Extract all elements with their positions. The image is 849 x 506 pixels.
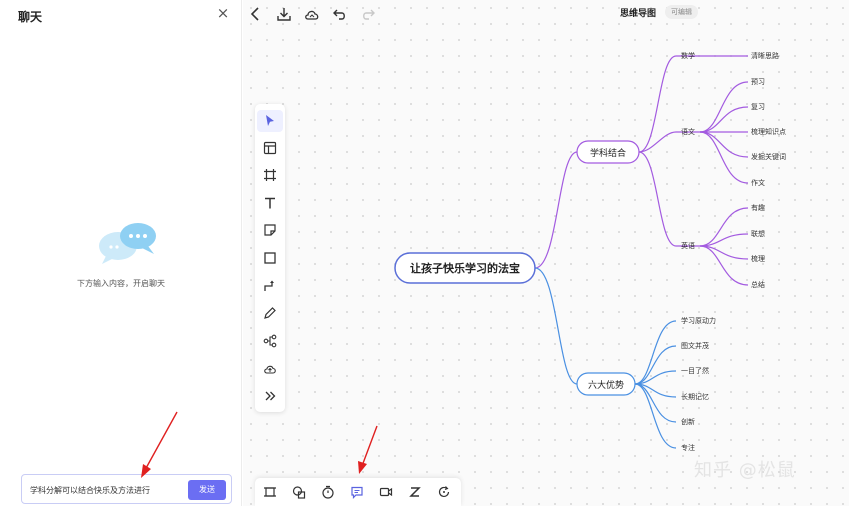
back-icon[interactable] [247,5,265,23]
status-badge: 可编辑 [665,5,698,19]
shapes-icon[interactable] [290,483,308,501]
undo-icon[interactable] [331,5,349,23]
mindmap-leaf-label[interactable]: 长期记忆 [681,392,709,401]
chat-bubbles-icon [99,223,156,264]
z-icon[interactable] [406,483,424,501]
mindmap-leaf-label[interactable]: 一目了然 [681,366,709,375]
connector-icon[interactable] [257,275,283,297]
text-icon[interactable] [257,192,283,214]
mindmap-leaf-label[interactable]: 发掘关键词 [751,152,786,161]
refresh-icon[interactable] [435,483,453,501]
mindmap-leaf-label[interactable]: 联想 [751,229,765,238]
mindmap-root-label: 让孩子快乐学习的法宝 [410,261,520,275]
mindmap-branch-label: 六大优势 [588,379,624,391]
mindmap-branch-label: 学科结合 [590,147,626,159]
side-toolbar [255,104,285,412]
mindmap-subject-label[interactable]: 英语 [681,241,695,250]
mindmap: 让孩子快乐学习的法宝 学科结合 六大优势 数学 语文 英语 清晰思路 预习 复习… [394,51,786,452]
whiteboard-canvas[interactable]: 让孩子快乐学习的法宝 学科结合 六大优势 数学 语文 英语 清晰思路 预习 复习… [243,0,849,506]
document-title[interactable]: 思维导图 [620,6,656,19]
send-button[interactable]: 发送 [188,480,226,500]
more-icon[interactable] [257,385,283,407]
mindmap-leaf-label[interactable]: 学习原动力 [681,316,716,325]
top-toolbar: 思维导图 可编辑 [243,0,849,28]
mindmap-leaf-label[interactable]: 总结 [751,280,765,289]
frame-list-icon[interactable] [261,483,279,501]
mindmap-leaf-label[interactable]: 图文并茂 [681,341,709,350]
chat-empty-hint: 下方输入内容，开启聊天 [77,279,165,288]
upload-icon[interactable] [257,358,283,380]
mindmap-connectors-purple [534,55,749,286]
mindmap-leaf-label[interactable]: 专注 [681,443,695,452]
frame-icon[interactable] [257,164,283,186]
timer-icon[interactable] [319,483,337,501]
mindmap-leaf-label[interactable]: 清晰思路 [751,51,779,60]
download-icon[interactable] [275,5,293,23]
mindmap-connectors-blue [534,267,677,449]
rectangle-icon[interactable] [257,247,283,269]
cloud-icon[interactable] [303,5,321,23]
close-icon[interactable]: × [216,5,230,21]
chat-panel: 聊天 × 下方输入内容，开启聊天 发送 [0,0,242,506]
mindmap-icon[interactable] [257,330,283,352]
chat-title: 聊天 [18,10,43,24]
chat-input-box: 发送 [21,474,232,504]
mindmap-leaf-label[interactable]: 作文 [751,178,765,187]
mindmap-leaf-label[interactable]: 梳理 [751,254,765,263]
redo-icon[interactable] [359,5,377,23]
pen-icon[interactable] [257,302,283,324]
chat-input[interactable] [30,483,180,497]
video-icon[interactable] [377,483,395,501]
watermark: 知乎 @松鼠 [694,460,796,481]
mindmap-leaf-label[interactable]: 创新 [681,417,695,426]
sticky-note-icon[interactable] [257,219,283,241]
mindmap-leaf-label[interactable]: 有趣 [751,203,765,212]
comment-icon[interactable] [348,483,366,501]
mindmap-leaf-label[interactable]: 复习 [751,102,765,111]
mindmap-leaf-label[interactable]: 预习 [751,77,765,86]
mindmap-leaf-label[interactable]: 梳理知识点 [751,127,786,136]
template-icon[interactable] [257,137,283,159]
mindmap-subject-label[interactable]: 语文 [681,127,695,136]
mindmap-subject-label[interactable]: 数学 [681,51,695,60]
bottom-toolbar [255,478,461,506]
cursor-icon[interactable] [257,110,283,132]
